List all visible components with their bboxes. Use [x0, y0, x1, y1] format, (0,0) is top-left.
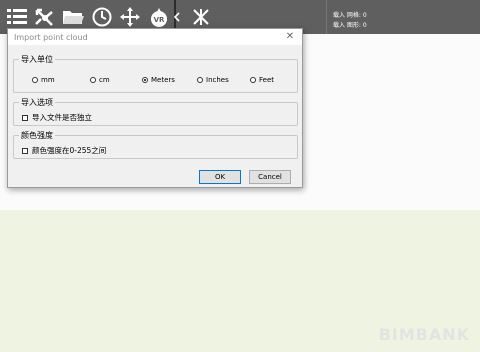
- radio-inches[interactable]: Inches: [197, 76, 229, 84]
- import-options-legend: 导入选项: [19, 97, 55, 108]
- units-group: 导入单位 mm cm Meters Inches Feet: [13, 54, 298, 93]
- radio-feet-label: Feet: [259, 76, 275, 84]
- move-icon[interactable]: [33, 6, 55, 28]
- radio-feet[interactable]: Feet: [250, 76, 274, 84]
- radio-cm-label: cm: [99, 76, 110, 84]
- folder-icon[interactable]: [62, 6, 84, 28]
- radio-meters-label: Meters: [151, 76, 175, 84]
- pan-icon[interactable]: [119, 6, 141, 28]
- color-intensity-group: 颜色强度 颜色强度在0-255之间: [13, 130, 298, 159]
- color-range-label: 颜色强度在0-255之间: [32, 146, 107, 155]
- cursor-icon[interactable]: [190, 6, 212, 28]
- vr-icon[interactable]: VR: [148, 6, 170, 28]
- radio-mm-dot[interactable]: [32, 77, 38, 83]
- radio-mm[interactable]: mm: [32, 76, 55, 84]
- watermark: BIMBANK: [378, 325, 470, 344]
- radio-mm-label: mm: [41, 76, 55, 84]
- loaded-shape-count: 载入 图形: 0: [333, 22, 367, 29]
- color-intensity-legend: 颜色强度: [19, 130, 55, 141]
- ok-button[interactable]: OK: [199, 170, 241, 184]
- viewport-ground[interactable]: BIMBANK: [0, 210, 480, 352]
- clock-icon[interactable]: [91, 6, 113, 28]
- info-divider: [326, 0, 327, 34]
- radio-cm-dot[interactable]: [90, 77, 96, 83]
- color-range-box[interactable]: [22, 147, 28, 154]
- radio-inches-dot[interactable]: [197, 77, 203, 83]
- menu-icon[interactable]: [6, 6, 28, 28]
- close-icon[interactable]: ✕: [284, 31, 296, 43]
- independent-file-label: 导入文件是否独立: [32, 113, 92, 122]
- import-options-group: 导入选项 导入文件是否独立: [13, 97, 298, 126]
- independent-file-box[interactable]: [22, 114, 28, 121]
- independent-file-checkbox[interactable]: 导入文件是否独立: [22, 112, 92, 123]
- radio-meters[interactable]: Meters: [142, 76, 175, 84]
- vr-label: VR: [154, 16, 165, 24]
- cancel-button[interactable]: Cancel: [249, 170, 291, 184]
- dialog-title: Import point cloud: [14, 33, 88, 42]
- color-range-checkbox[interactable]: 颜色强度在0-255之间: [22, 145, 106, 156]
- radio-meters-dot[interactable]: [142, 77, 148, 83]
- loaded-mesh-count: 载入 网格: 0: [333, 12, 367, 19]
- dialog-body: 导入单位 mm cm Meters Inches Feet 导入选项 导入文件是…: [8, 45, 302, 187]
- collapse-arrow-icon[interactable]: [171, 6, 183, 28]
- radio-cm[interactable]: cm: [90, 76, 110, 84]
- units-legend: 导入单位: [19, 54, 55, 65]
- import-point-cloud-dialog: Import point cloud ✕ 导入单位 mm cm Meters I…: [7, 28, 303, 188]
- radio-feet-dot[interactable]: [250, 77, 256, 83]
- radio-inches-label: Inches: [206, 76, 229, 84]
